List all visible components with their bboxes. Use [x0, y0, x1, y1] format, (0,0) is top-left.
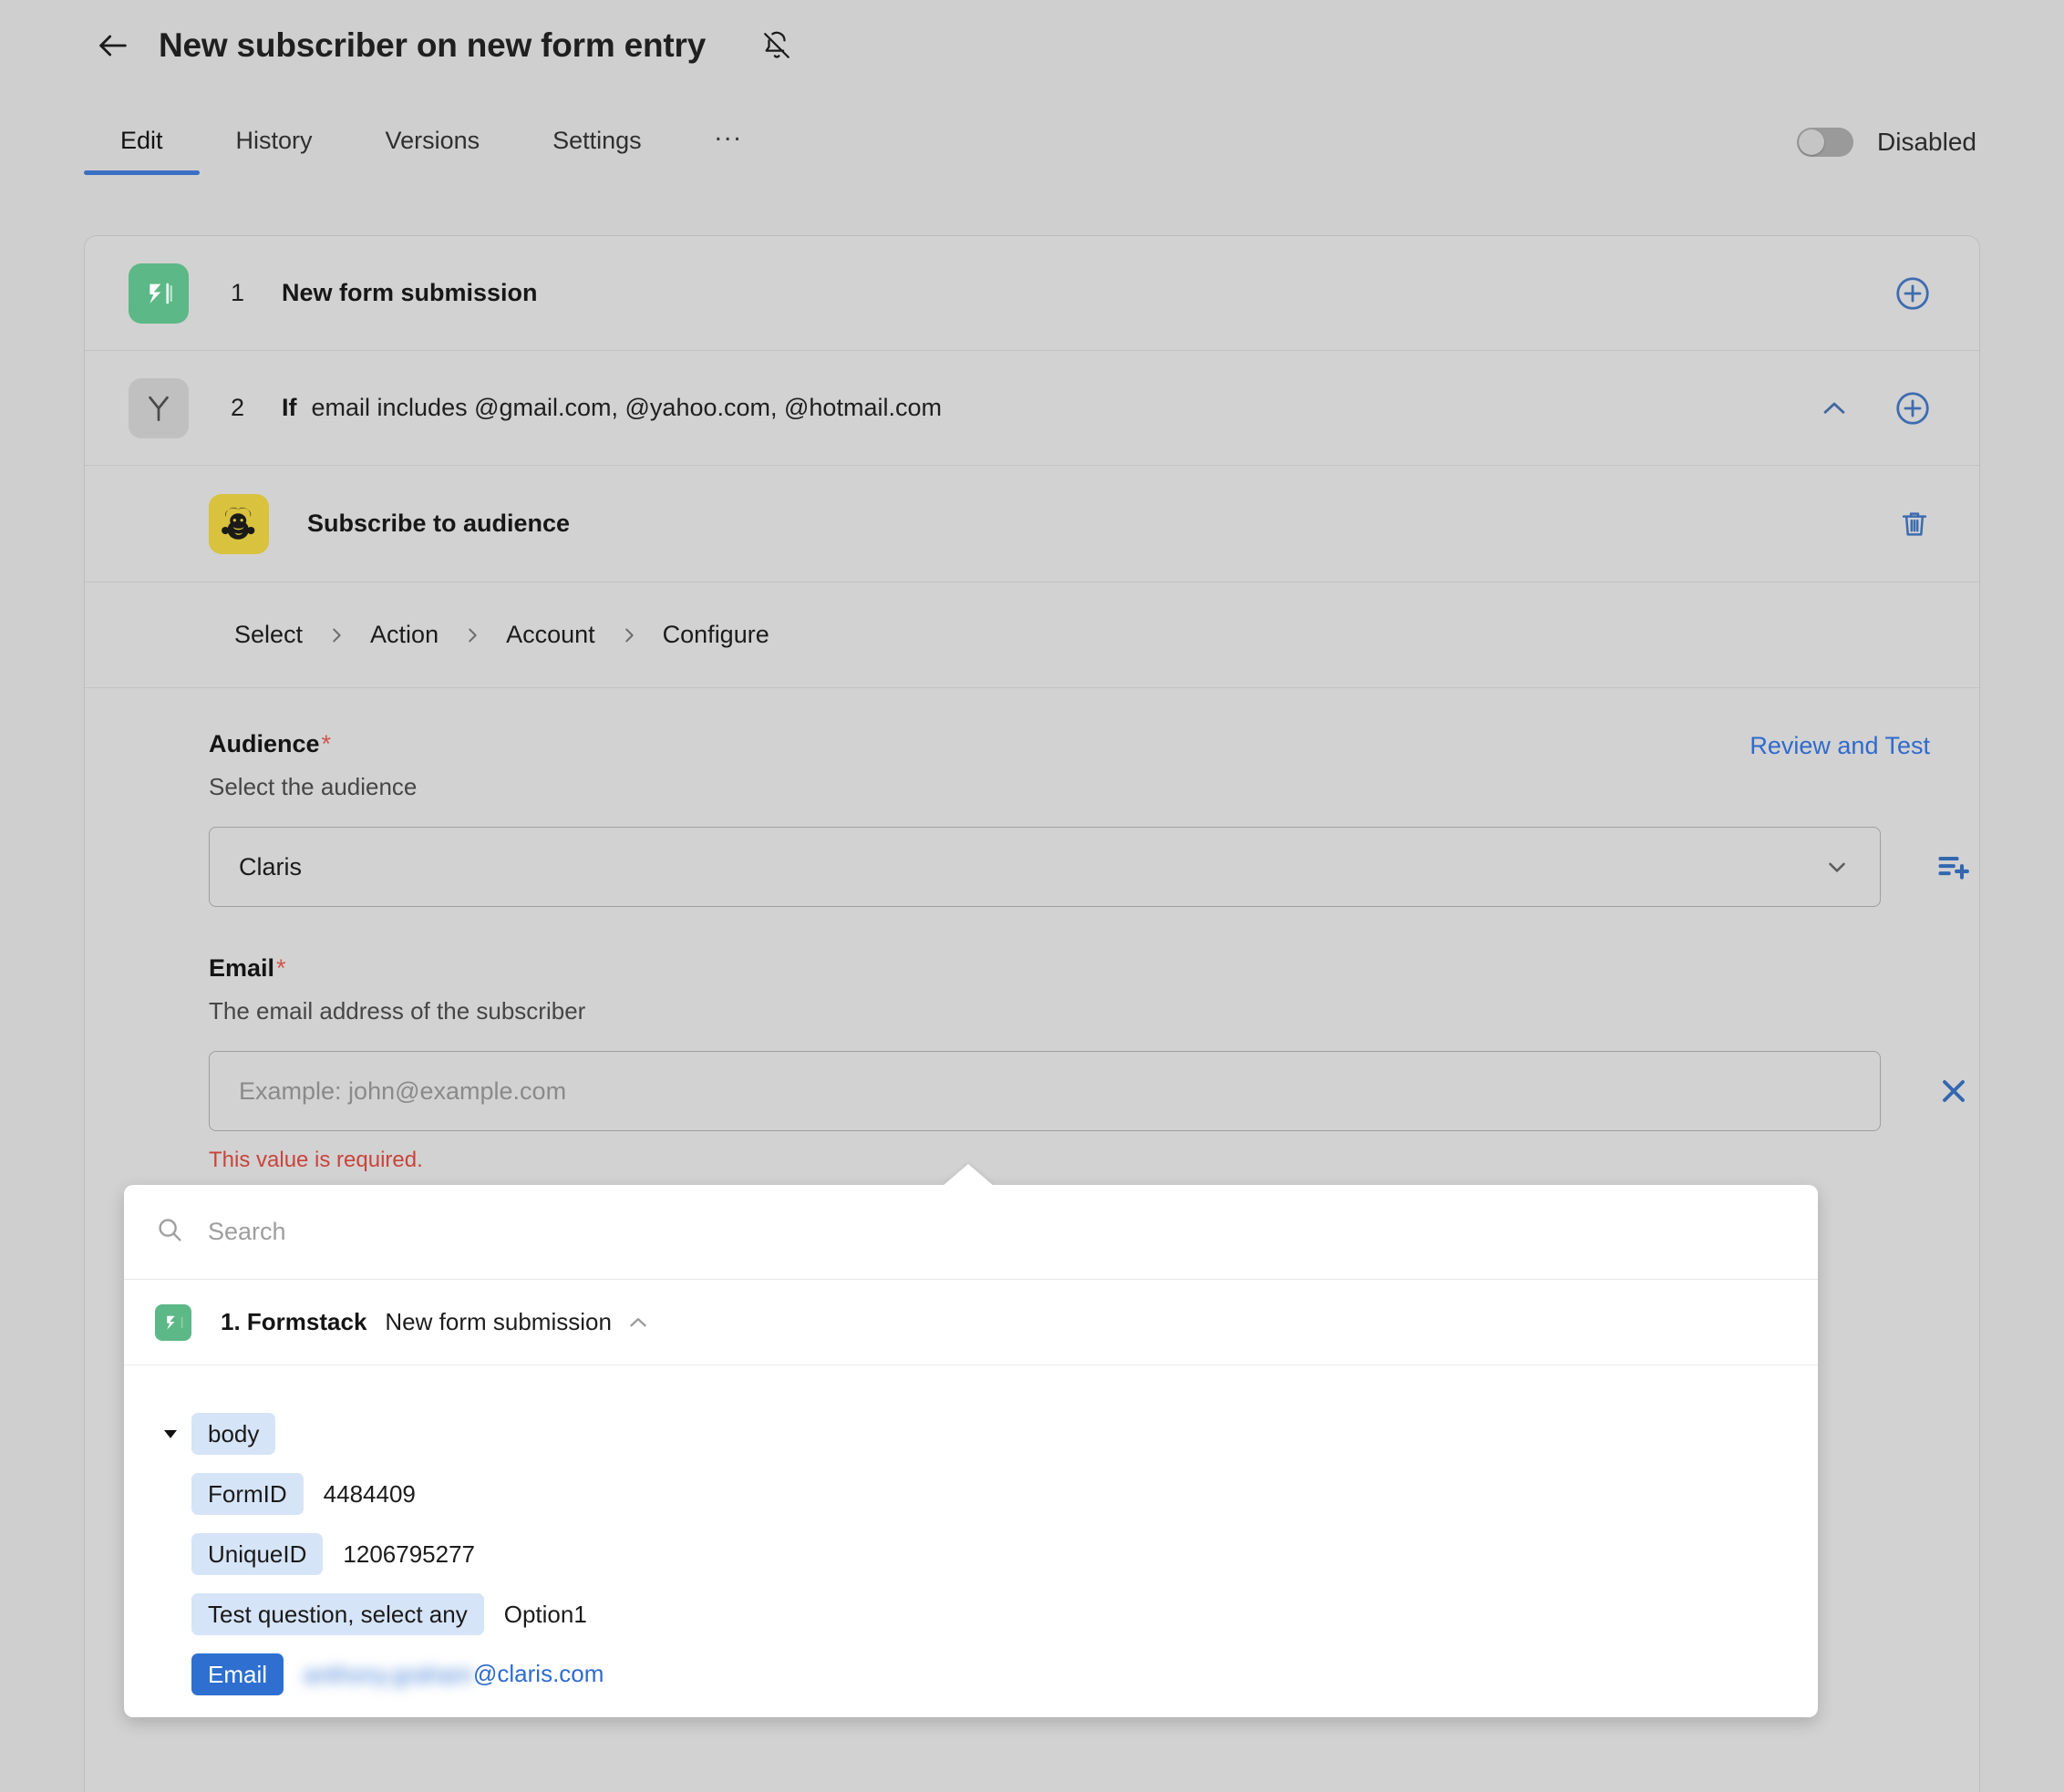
tab-settings-label: Settings	[552, 127, 642, 154]
step-number: 2	[231, 394, 245, 421]
field-picker-popup-wrapper: 1. Formstack New form submission body Fo…	[124, 1164, 1818, 1717]
chevron-up-icon[interactable]	[1819, 393, 1850, 424]
tab-versions-label: Versions	[385, 127, 480, 154]
tree-chip-body[interactable]: body	[191, 1412, 276, 1456]
email-field-block: Email* The email address of the subscrib…	[85, 954, 1979, 1173]
chevron-right-icon	[326, 625, 346, 645]
back-arrow-icon[interactable]	[88, 20, 139, 71]
enable-toggle-group: Disabled	[1797, 128, 1976, 175]
audience-label: Audience*	[209, 730, 1979, 758]
tree-value-uniqueid: 1206795277	[343, 1540, 476, 1568]
popup-search-row	[124, 1185, 1818, 1280]
tab-edit-label: Edit	[120, 127, 163, 154]
tab-versions[interactable]: Versions	[349, 127, 517, 175]
step-label: New form submission	[282, 279, 538, 306]
email-help-text: The email address of the subscriber	[209, 997, 586, 1025]
email-input[interactable]	[209, 1051, 1882, 1131]
required-asterisk: *	[276, 954, 286, 982]
action-step-label: Subscribe to audience	[307, 510, 571, 537]
tab-overflow-menu[interactable]: ...	[678, 117, 779, 175]
email-label: Email*	[209, 954, 1979, 983]
workflow-step-row[interactable]: 2 If email includes @gmail.com, @yahoo.c…	[85, 351, 1979, 466]
audience-field-row: Claris	[209, 827, 1979, 907]
close-icon[interactable]	[1928, 1066, 1979, 1117]
tree-chip-email[interactable]: Email	[191, 1653, 284, 1696]
field-picker-popup: 1. Formstack New form submission body Fo…	[124, 1185, 1818, 1717]
step-row-actions	[1894, 274, 1979, 313]
email-domain-part: @claris.com	[473, 1659, 604, 1687]
plus-circle-icon[interactable]	[1894, 389, 1932, 427]
tree-value-email: anthony.graham@claris.com	[304, 1660, 604, 1690]
audience-help-text: Select the audience	[209, 773, 418, 800]
list-add-icon[interactable]	[1928, 841, 1979, 892]
tree-chip-formid[interactable]: FormID	[191, 1472, 304, 1516]
formstack-icon	[155, 1303, 191, 1341]
plus-circle-icon[interactable]	[1894, 274, 1932, 313]
chevron-right-icon	[462, 625, 482, 645]
audience-label-text: Audience	[209, 730, 320, 757]
chevron-right-icon	[619, 625, 639, 645]
toggle-status-label: Disabled	[1877, 128, 1976, 156]
tree-field-row[interactable]: Test question, select any Option1	[124, 1584, 1818, 1644]
step-row-actions	[1819, 389, 1979, 427]
page-title: New subscriber on new form entry	[159, 26, 707, 64]
workflow-step-row[interactable]: 1 New form submission	[85, 236, 1979, 351]
email-field-row	[209, 1051, 1979, 1131]
review-and-test-link[interactable]: Review and Test	[1749, 732, 1930, 760]
tree-field-row[interactable]: FormID 4484409	[124, 1464, 1818, 1524]
step-number: 1	[231, 279, 245, 306]
tree-chip-uniqueid[interactable]: UniqueID	[191, 1532, 324, 1576]
formstack-icon	[129, 263, 189, 324]
app-header: New subscriber on new form entry	[0, 0, 2064, 91]
audience-select-value: Claris	[239, 852, 303, 881]
tab-bar: Edit History Versions Settings ... Disab…	[0, 91, 2064, 175]
chevron-up-icon[interactable]	[626, 1311, 650, 1334]
tree-chip-test-question[interactable]: Test question, select any	[191, 1592, 484, 1636]
audience-field-block: Audience* Select the audience Claris	[85, 730, 1979, 907]
popup-source-name: New form submission	[385, 1308, 612, 1335]
breadcrumb-item-select[interactable]: Select	[234, 621, 303, 649]
popup-source-index-label: 1. Formstack	[221, 1308, 367, 1335]
branch-icon	[129, 377, 189, 438]
configure-form: Review and Test Audience* Select the aud…	[85, 688, 1979, 1173]
tab-history-label: History	[235, 127, 313, 154]
caret-down-icon[interactable]	[155, 1425, 186, 1443]
chevron-down-icon	[1823, 853, 1851, 881]
toggle-knob	[1799, 129, 1825, 155]
step-condition-text: email includes @gmail.com, @yahoo.com, @…	[311, 394, 942, 421]
popup-search-input[interactable]	[206, 1217, 1787, 1247]
enable-toggle[interactable]	[1797, 128, 1854, 157]
breadcrumb: Select Action Account Configure	[85, 582, 1979, 688]
search-icon	[155, 1215, 184, 1249]
tab-list: Edit History Versions Settings ...	[84, 117, 779, 175]
email-label-text: Email	[209, 954, 275, 982]
step-condition-prefix: If	[282, 394, 297, 421]
tree-field-row[interactable]: UniqueID 1206795277	[124, 1524, 1818, 1584]
required-asterisk: *	[321, 730, 332, 757]
tree-value-formid: 4484409	[323, 1479, 416, 1508]
breadcrumb-item-configure[interactable]: Configure	[663, 621, 769, 649]
audience-select[interactable]: Claris	[209, 827, 1882, 907]
tree-root-row[interactable]: body	[124, 1404, 1818, 1464]
popup-source-row[interactable]: 1. Formstack New form submission	[124, 1280, 1818, 1365]
tab-settings[interactable]: Settings	[516, 127, 678, 175]
popup-caret	[943, 1164, 994, 1186]
action-step-row[interactable]: Subscribe to audience	[85, 466, 1979, 582]
tab-edit[interactable]: Edit	[84, 127, 200, 175]
breadcrumb-item-action[interactable]: Action	[370, 621, 439, 649]
breadcrumb-item-account[interactable]: Account	[506, 621, 595, 649]
field-tree: body FormID 4484409 UniqueID 1206795277 …	[124, 1365, 1818, 1704]
mailchimp-icon	[209, 493, 269, 554]
trash-icon[interactable]	[1897, 507, 1932, 541]
tree-field-row-selected[interactable]: Email anthony.graham@claris.com	[124, 1644, 1818, 1704]
redacted-email-local-part: anthony.graham	[304, 1661, 473, 1689]
bell-off-icon[interactable]	[757, 26, 797, 66]
action-row-actions	[1897, 507, 1979, 541]
tree-value-test-question: Option1	[503, 1600, 587, 1628]
tab-history[interactable]: History	[200, 127, 349, 175]
